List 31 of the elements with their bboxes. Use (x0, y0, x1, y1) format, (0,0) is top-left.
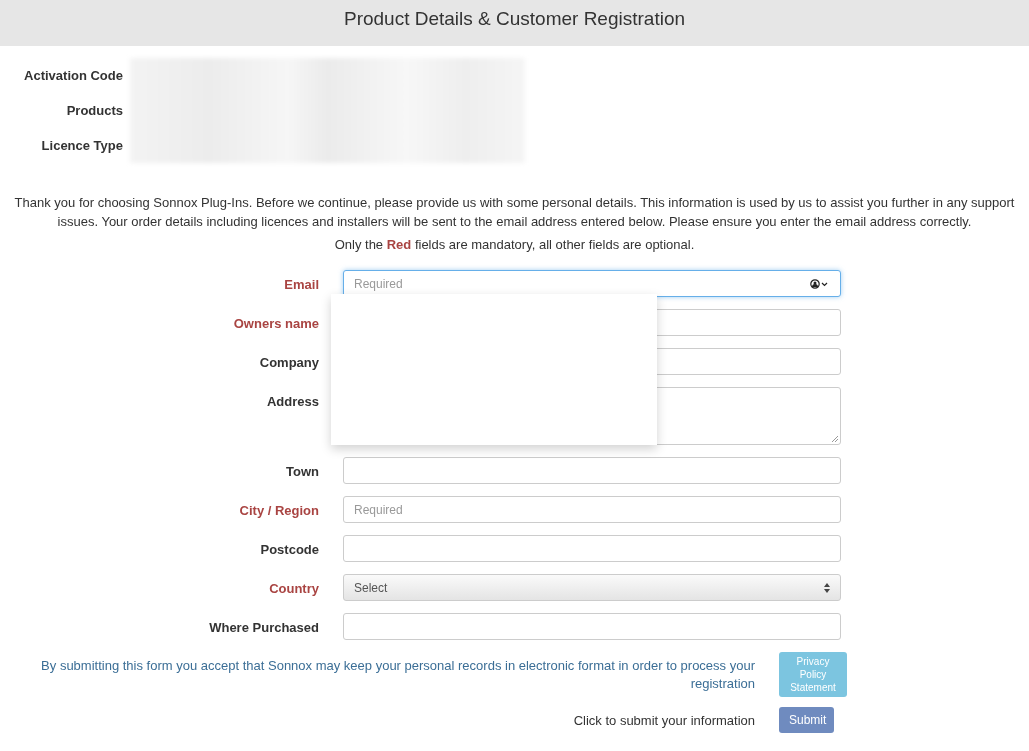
submit-button[interactable]: Submit (779, 707, 834, 733)
country-select[interactable]: Select (343, 574, 841, 601)
text-field[interactable] (343, 457, 841, 484)
page-title: Product Details & Customer Registration (343, 8, 686, 30)
intro-text: Thank you for choosing Sonnox Plug-Ins. Before we continue, please provide us with some personal details. This information is used by us to assist you further in any support issues. Your order details including licences and installers will be sent to the email address entered below. Please ensure you enter the email address correctly. (13, 194, 1016, 231)
resize-grip-icon (832, 436, 838, 442)
select-value: Select (354, 580, 388, 595)
field-label: Address (265, 393, 319, 411)
info-label: Licence Type (40, 138, 123, 153)
field-label: Owners name (232, 315, 319, 333)
text-field[interactable] (343, 535, 841, 562)
info-label: Products (65, 103, 123, 118)
person-chevron-icon (810, 278, 830, 289)
placeholder-text: Required (354, 276, 403, 291)
consent-text: By submitting this form you accept that Sonnox may keep your personal records in electronic format in order to process your registration (40, 656, 755, 693)
field-label: Where Purchased (208, 619, 319, 637)
mandatory-note: Only the Red fields are mandatory, all other fields are optional. (333, 237, 696, 252)
info-label: Activation Code (23, 68, 123, 83)
field-label: Country (268, 580, 319, 598)
text-field[interactable]: Required (343, 496, 841, 523)
field-label: Email (283, 276, 319, 294)
placeholder-text: Required (354, 502, 403, 517)
field-label: Postcode (259, 541, 319, 559)
privacy-policy-button[interactable]: Privacy Policy Statement (779, 652, 847, 697)
text-field[interactable] (343, 613, 841, 640)
field-label: Company (258, 354, 319, 372)
field-label: Town (285, 463, 319, 481)
updown-arrows-icon (824, 582, 830, 593)
field-label: City / Region (238, 502, 319, 520)
text-field[interactable]: Required (343, 270, 841, 297)
submit-hint: Click to submit your information (572, 712, 755, 728)
